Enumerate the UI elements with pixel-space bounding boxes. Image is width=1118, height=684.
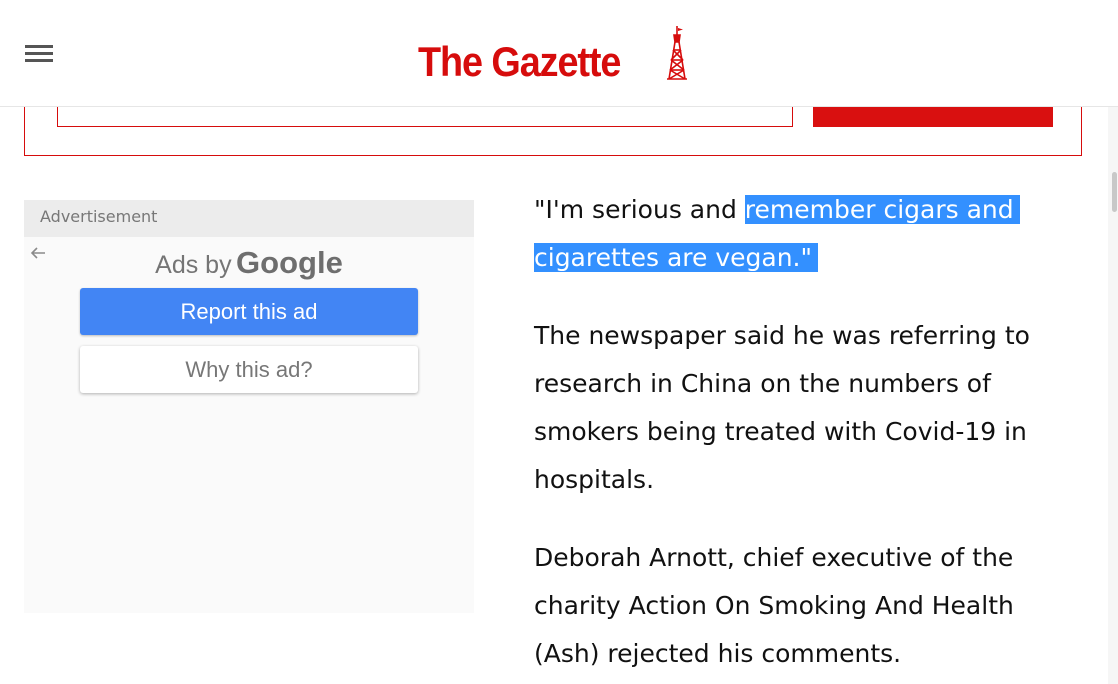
quote-text: "I'm serious and xyxy=(534,195,745,224)
site-header: The Gazette xyxy=(0,0,1118,107)
tower-icon xyxy=(667,26,687,80)
ads-by-google: Ads by Google xyxy=(24,245,474,281)
article-paragraph: The newspaper said he was referring to r… xyxy=(534,321,1030,494)
scrollbar-thumb[interactable] xyxy=(1112,172,1117,212)
selected-text: remember cigars and xyxy=(744,195,1020,224)
menu-bar xyxy=(25,45,53,48)
why-this-ad-button[interactable]: Why this ad? xyxy=(80,346,418,393)
report-ad-button[interactable]: Report this ad xyxy=(80,288,418,335)
quote-paragraph: "I'm serious and remember cigars and ciga… xyxy=(534,186,1074,282)
hamburger-menu-icon[interactable] xyxy=(24,43,54,65)
article-paragraph: Deborah Arnott, chief executive of the c… xyxy=(534,543,1014,668)
advertisement-label: Advertisement xyxy=(24,200,474,237)
selected-text: cigarettes are vegan." xyxy=(534,243,818,272)
google-wordmark: Google xyxy=(236,245,343,280)
site-logo[interactable]: The Gazette xyxy=(418,26,687,86)
ad-frame: Ads by Google Report this ad Why this ad… xyxy=(24,237,474,613)
menu-bar xyxy=(25,52,53,55)
site-name: The Gazette xyxy=(418,38,621,85)
ads-by-prefix: Ads by xyxy=(155,251,232,279)
menu-bar xyxy=(25,59,53,62)
page: The Gazette Advertisement Ads by Google … xyxy=(0,0,1118,684)
